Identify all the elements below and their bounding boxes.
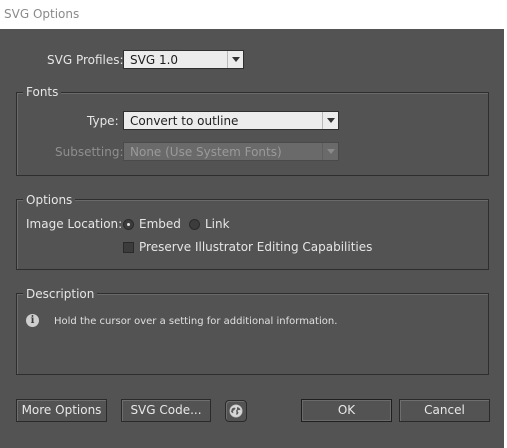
cancel-button[interactable]: Cancel: [399, 399, 490, 422]
link-radio[interactable]: [189, 219, 200, 230]
preserve-editing-checkbox[interactable]: [123, 242, 134, 253]
embed-radio[interactable]: [123, 219, 134, 230]
svg-profiles-select[interactable]: SVG 1.0: [123, 50, 244, 69]
info-icon: i: [26, 314, 39, 327]
link-label[interactable]: Link: [205, 217, 230, 231]
title-bar: SVG Options: [0, 0, 507, 29]
window-title: SVG Options: [4, 7, 80, 21]
svg-profiles-value: SVG 1.0: [130, 53, 179, 67]
font-type-value: Convert to outline: [130, 114, 239, 128]
ok-button[interactable]: OK: [301, 399, 392, 422]
svg-code-button[interactable]: SVG Code...: [121, 399, 211, 422]
more-options-button[interactable]: More Options: [16, 399, 107, 422]
font-type-select[interactable]: Convert to outline: [123, 111, 339, 130]
font-type-label: Type:: [87, 114, 119, 128]
options-group: [16, 199, 489, 270]
fonts-group: [16, 92, 489, 176]
dialog-body: SVG Profiles: SVG 1.0 Fonts Type: Conver…: [0, 29, 504, 448]
preserve-editing-label[interactable]: Preserve Illustrator Editing Capabilitie…: [139, 240, 372, 254]
description-group-title: Description: [23, 287, 98, 301]
chevron-down-icon: [322, 112, 338, 129]
subsetting-value: None (Use System Fonts): [130, 145, 282, 159]
description-group: [16, 293, 489, 375]
browser-preview-button[interactable]: [225, 400, 247, 422]
options-group-title: Options: [23, 193, 76, 207]
chevron-down-icon: [322, 143, 338, 160]
description-text: Hold the cursor over a setting for addit…: [54, 316, 338, 327]
fonts-group-title: Fonts: [23, 85, 62, 99]
image-location-label: Image Location:: [26, 217, 123, 231]
svg-profiles-label: SVG Profiles:: [47, 53, 124, 67]
embed-label[interactable]: Embed: [139, 217, 181, 231]
chevron-down-icon: [227, 51, 243, 68]
subsetting-label: Subsetting:: [55, 145, 124, 159]
subsetting-select[interactable]: None (Use System Fonts): [123, 142, 339, 161]
globe-icon: [229, 404, 243, 418]
